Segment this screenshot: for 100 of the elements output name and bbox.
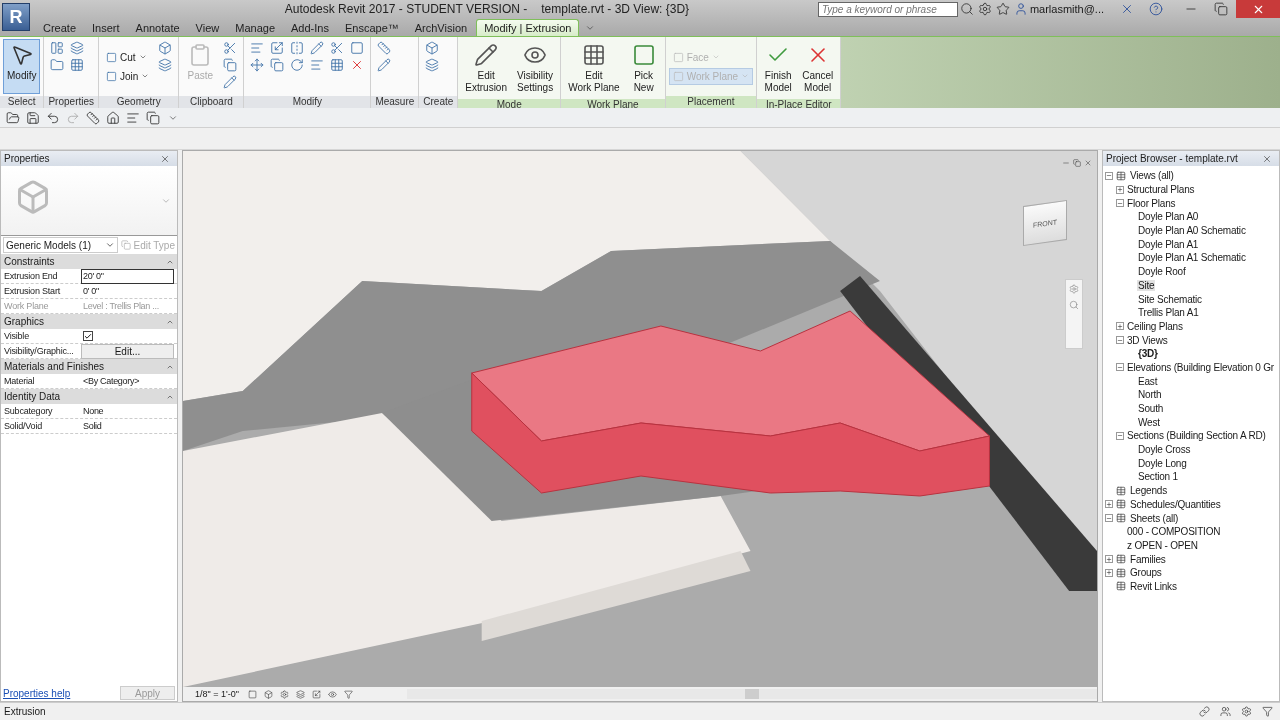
property-name: Extrusion End (3, 270, 59, 283)
ribbon-tab[interactable]: Create (36, 20, 84, 36)
tree-item[interactable]: Site Schematic (1137, 293, 1203, 305)
panel-label: Modify (244, 96, 371, 108)
help-link[interactable]: Properties help (3, 687, 71, 699)
ribbon-button[interactable]: Finish Model (760, 39, 797, 97)
collapse-icon[interactable] (1116, 431, 1124, 440)
zoom-icon[interactable] (1069, 300, 1079, 310)
tree-item[interactable]: 3D Views (1126, 334, 1169, 346)
expand-icon[interactable] (1105, 568, 1113, 577)
tree-item[interactable]: Doyle Long (1137, 457, 1188, 469)
tree-item[interactable]: West (1137, 416, 1161, 428)
property-input[interactable]: 20' 0" (81, 269, 174, 284)
ribbon-tab[interactable]: Manage (228, 20, 282, 36)
ribbon-tab[interactable]: ArchVision (407, 20, 475, 36)
tree-item[interactable]: Doyle Roof (1137, 266, 1187, 278)
default-3d-view-icon[interactable] (104, 109, 122, 126)
type-selector[interactable]: Generic Models (1) (3, 237, 119, 253)
tree-item[interactable]: Ceiling Plans (1126, 320, 1184, 332)
application-menu-button[interactable]: R (2, 3, 30, 31)
tree-item[interactable]: Elevations (Building Elevation 0 Gr (1126, 361, 1275, 373)
ribbon-button[interactable]: Cancel Model (798, 39, 838, 97)
ribbon-tab[interactable]: Enscape™ (337, 20, 406, 36)
tree-item[interactable]: Doyle Plan A0 Schematic (1137, 225, 1247, 237)
user-name[interactable]: marlasmith@... (1029, 3, 1104, 15)
tree-item[interactable]: Doyle Plan A0 (1137, 211, 1200, 223)
panel-label: Select (0, 96, 44, 108)
tree-item[interactable]: Doyle Plan A1 Schematic (1137, 252, 1247, 264)
tree-item[interactable]: South (1137, 403, 1165, 415)
property-name: Extrusion Start (3, 285, 62, 298)
ribbon-button[interactable]: Visibility Settings (513, 39, 558, 97)
ribbon-button[interactable]: Cut (102, 48, 154, 66)
tree-item[interactable]: Structural Plans (1126, 184, 1196, 196)
tree-item[interactable]: Trellis Plan A1 (1137, 307, 1200, 319)
ribbon-tab[interactable]: Add-Ins (284, 20, 336, 36)
checkbox[interactable] (83, 331, 93, 341)
ribbon-tab[interactable]: View (188, 20, 227, 36)
tree-item[interactable]: Groups (1129, 567, 1163, 579)
ribbon-button[interactable]: Pick New (625, 39, 662, 97)
close-windows-icon[interactable] (144, 109, 162, 126)
expand-icon[interactable] (1105, 555, 1113, 564)
property-value[interactable]: Solid (81, 419, 174, 434)
status-text: Extrusion (4, 706, 46, 717)
tree-item[interactable]: Floor Plans (1126, 197, 1177, 209)
document-title: template.rvt - 3D View: {3D} (541, 2, 690, 16)
tree-item[interactable]: Sheets (all) (1129, 512, 1180, 524)
collapse-icon[interactable] (1116, 336, 1124, 345)
tree-item[interactable]: z OPEN - OPEN (1126, 539, 1199, 551)
expand-icon[interactable] (1116, 322, 1124, 331)
tree-item[interactable]: Schedules/Quantities (1129, 498, 1222, 510)
ribbon-button[interactable]: Edit Work Plane (564, 39, 624, 97)
panel-label: Measure (371, 96, 419, 108)
property-name: Visible (3, 330, 30, 343)
property-value[interactable]: 0' 0" (81, 284, 174, 299)
ribbon-button[interactable]: Edit Extrusion (461, 39, 511, 97)
ribbon-button[interactable]: Join (102, 67, 154, 85)
tree-item[interactable]: Revit Links (1129, 580, 1178, 592)
collapse-icon[interactable] (1116, 199, 1124, 208)
tree-item[interactable]: Site (1137, 279, 1156, 291)
property-value[interactable]: None (81, 404, 174, 419)
horizontal-scrollbar[interactable] (407, 689, 1097, 699)
collapse-icon[interactable] (1105, 171, 1113, 180)
tree-item[interactable]: Doyle Plan A1 (1137, 238, 1200, 250)
scroll-thumb[interactable] (745, 689, 759, 699)
ribbon-button[interactable]: Modify (3, 39, 41, 94)
tree-item[interactable]: Families (1129, 553, 1167, 565)
open-icon[interactable] (4, 109, 22, 126)
collapse-icon[interactable] (1105, 514, 1113, 523)
navigation-bar[interactable] (1065, 279, 1083, 349)
search-field[interactable]: Type a keyword or phrase (817, 1, 958, 17)
measure-icon[interactable] (84, 109, 102, 126)
group-header[interactable]: Graphics (4, 316, 44, 327)
tree-item[interactable]: 000 - COMPOSITION (1126, 526, 1222, 538)
panel-title: Properties (4, 153, 50, 164)
edit-button[interactable]: Edit... (81, 344, 174, 359)
ribbon-tab[interactable]: Modify | Extrusion (476, 19, 580, 36)
expand-icon[interactable] (1116, 185, 1124, 194)
tree-item[interactable]: East (1137, 375, 1159, 387)
tree-item[interactable]: {3D} (1137, 348, 1159, 360)
tree-item[interactable]: Views (all) (1129, 170, 1175, 182)
panel-label: Geometry (99, 96, 179, 108)
tool-icon (106, 51, 118, 63)
ribbon-tab[interactable]: Insert (85, 20, 127, 36)
tree-item[interactable]: Sections (Building Section A RD) (1126, 430, 1267, 442)
tree-item[interactable]: North (1137, 389, 1163, 401)
tool-icon (672, 51, 684, 63)
property-value[interactable]: <By Category> (81, 374, 174, 389)
panel-label: Placement (665, 96, 757, 108)
tree-item[interactable]: Section 1 (1137, 471, 1179, 483)
caret-icon (138, 53, 147, 61)
ribbon-tab[interactable]: Annotate (128, 20, 187, 36)
save-icon[interactable] (24, 109, 42, 126)
tree-item[interactable]: Legends (1129, 485, 1168, 497)
caret-icon (711, 53, 720, 61)
tree-item[interactable]: Doyle Cross (1137, 444, 1192, 456)
collapse-icon[interactable] (1116, 363, 1124, 372)
property-name: Solid/Void (3, 420, 44, 433)
close-icon[interactable] (1236, 0, 1280, 18)
view-scale[interactable]: 1/8" = 1'-0" (195, 689, 239, 699)
expand-icon[interactable] (1105, 500, 1113, 509)
